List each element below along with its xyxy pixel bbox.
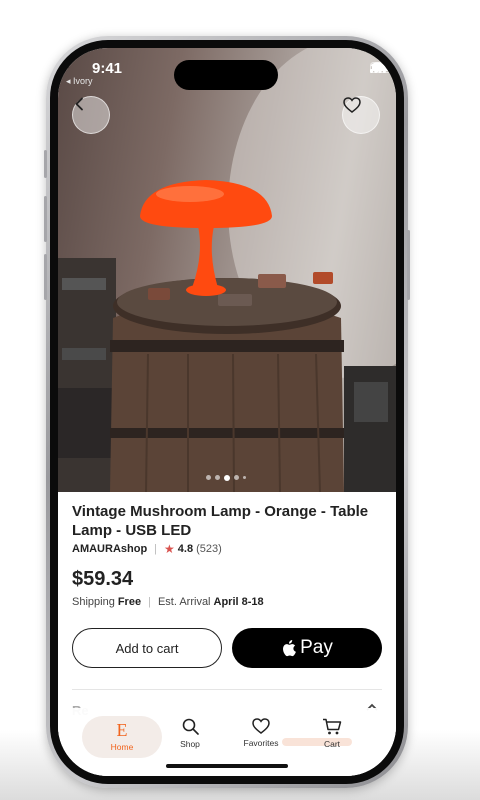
phone-volume-up-button xyxy=(44,196,47,242)
rating-value: 4.8 xyxy=(177,543,194,555)
status-bar: 9:41 ◂ Ivory xyxy=(58,48,396,90)
review-count-link[interactable]: (523) xyxy=(196,543,222,555)
tab-cart[interactable]: Cart xyxy=(298,718,366,758)
shop-name-link[interactable]: AMAURAshop xyxy=(72,543,147,555)
gallery-dot xyxy=(215,475,220,480)
shipping-label: Shipping xyxy=(72,596,115,608)
arrival-value: April 8-18 xyxy=(213,596,264,608)
tab-home[interactable]: E Home xyxy=(82,716,162,758)
product-price: $59.34 xyxy=(72,568,134,590)
tab-label: Shop xyxy=(180,739,200,749)
tab-favorites[interactable]: Favorites xyxy=(227,718,295,758)
shipping-value: Free xyxy=(117,596,142,608)
arrival-label: Est. Arrival xyxy=(157,596,211,608)
gallery-dot xyxy=(234,475,239,480)
phone-volume-down-button xyxy=(44,254,47,300)
apple-pay-button[interactable]: Pay xyxy=(232,628,382,668)
product-photo[interactable]: 9:41 ◂ Ivory xyxy=(58,48,396,492)
tab-shop[interactable]: Shop xyxy=(156,718,224,758)
star-icon: ★ xyxy=(164,542,175,556)
phone-action-button xyxy=(44,150,47,178)
gallery-dot xyxy=(243,476,246,479)
divider-bar: | xyxy=(154,543,158,555)
tab-label: Home xyxy=(110,742,134,752)
heart-icon xyxy=(343,97,361,113)
apple-pay-label: Pay xyxy=(300,637,333,658)
product-title: Vintage Mushroom Lamp - Orange - Table L… xyxy=(72,503,369,539)
etsy-e-icon: E xyxy=(116,720,128,740)
shipping-info: Shipping Free | Est. Arrival April 8-18 xyxy=(72,596,264,608)
back-button[interactable] xyxy=(72,96,110,134)
dynamic-island xyxy=(174,60,278,90)
gallery-dot xyxy=(206,475,211,480)
add-to-cart-button[interactable]: Add to cart xyxy=(72,628,222,668)
tab-label: Cart xyxy=(323,739,341,749)
heart-icon xyxy=(252,718,270,734)
cart-icon xyxy=(323,718,342,735)
tab-label: Favorites xyxy=(243,738,279,748)
favorite-button[interactable] xyxy=(342,96,380,134)
gallery-dot-active xyxy=(224,474,230,481)
status-time: 9:41 xyxy=(92,60,123,77)
app-screen: 9:41 ◂ Ivory Vintage Mushroom Lamp - Ora… xyxy=(58,48,396,776)
back-to-app-label[interactable]: ◂ Ivory xyxy=(66,76,93,87)
apple-logo-icon xyxy=(283,640,297,657)
home-indicator[interactable] xyxy=(166,764,288,768)
mouse-cursor-icon xyxy=(58,48,72,69)
divider-bar: | xyxy=(148,596,151,608)
battery-icon xyxy=(370,62,394,73)
search-icon xyxy=(182,718,199,735)
phone-power-button xyxy=(407,230,410,300)
gallery-page-indicator[interactable] xyxy=(206,474,246,481)
shop-rating-line: AMAURAshop | ★ 4.8 (523) xyxy=(72,542,222,556)
chevron-left-icon xyxy=(75,97,83,111)
section-divider xyxy=(72,689,382,690)
